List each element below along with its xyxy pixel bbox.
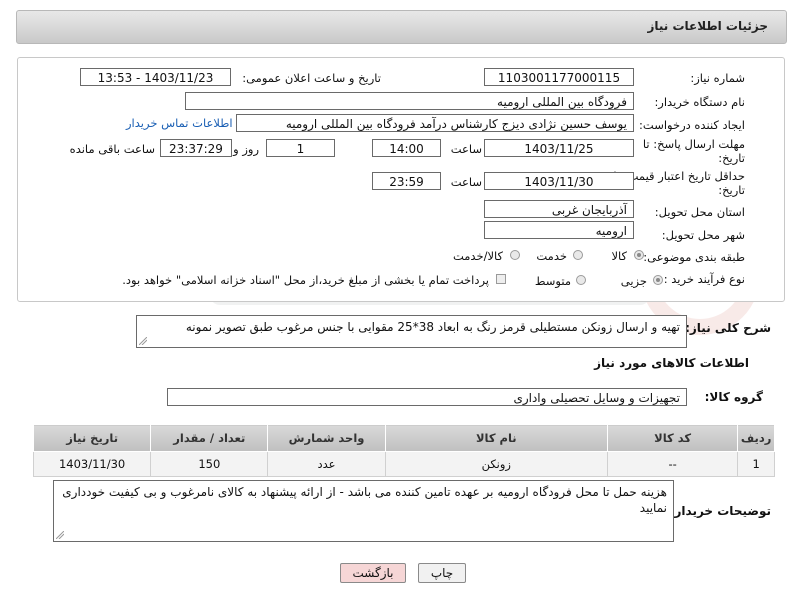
reply-time-label: ساعت (450, 142, 482, 156)
goods-section-title: اطلاعات کالاهای مورد نیاز (594, 356, 749, 370)
category-option-service: خدمت (536, 249, 567, 263)
description-text: تهیه و ارسال زونکن مستطیلی قرمز رنگ به ا… (185, 320, 680, 334)
process-radio-minor[interactable] (653, 275, 663, 285)
buyer-notes-text: هزینه حمل تا محل فرودگاه ارومیه بر عهده … (62, 485, 667, 515)
treasury-payment-checkbox[interactable] (496, 274, 506, 284)
reply-deadline-label-date: تاریخ: (718, 151, 745, 165)
need-number-field: 1103001177000115 (484, 68, 634, 86)
buyer-org-label: نام دستگاه خریدار: (654, 95, 745, 109)
reply-time-field: 14:00 (372, 139, 441, 157)
back-button[interactable]: بازگشت (340, 563, 406, 583)
description-label: شرح کلی نیاز: (685, 321, 771, 335)
creator-field: یوسف حسین نژادی دیزج کارشناس درآمد فرودگ… (236, 114, 634, 132)
validity-time-label: ساعت (450, 175, 482, 189)
announce-datetime-field: 1403/11/23 - 13:53 (80, 68, 231, 86)
col-row-number: ردیف (737, 424, 775, 452)
cell-item-code: -- (606, 451, 739, 477)
creator-label: ایجاد کننده درخواست: (639, 118, 745, 132)
category-radio-service[interactable] (573, 250, 583, 260)
cell-item-name: زونکن (384, 451, 608, 477)
category-option-goods-service: کالا/خدمت (452, 249, 503, 263)
province-label: استان محل تحویل: (654, 205, 745, 219)
cell-quantity: 150 (150, 451, 269, 477)
buyer-org-field: فرودگاه بین المللی ارومیه (185, 92, 634, 110)
remaining-days-field: 1 (266, 139, 335, 157)
col-item-name: نام کالا (384, 424, 608, 452)
page-title: جزئیات اطلاعات نیاز (647, 19, 768, 33)
category-radio-goods-service[interactable] (510, 250, 520, 260)
validity-time-field: 23:59 (372, 172, 441, 190)
page-header: جزئیات اطلاعات نیاز (16, 10, 787, 44)
reply-deadline-label: مهلت ارسال پاسخ: تا (642, 137, 745, 151)
col-quantity: تعداد / مقدار (150, 424, 269, 452)
buyer-contact-link[interactable]: اطلاعات تماس خریدار (126, 116, 233, 130)
goods-table-header: ردیف کد کالا نام کالا واحد شمارش تعداد /… (32, 424, 775, 452)
col-unit: واحد شمارش (267, 424, 386, 452)
days-label: روز و (233, 142, 259, 156)
process-radio-medium[interactable] (576, 275, 586, 285)
remaining-label: ساعت باقی مانده (69, 142, 155, 156)
print-button[interactable]: چاپ (418, 563, 466, 583)
goods-table: ردیف کد کالا نام کالا واحد شمارش تعداد /… (32, 424, 775, 477)
cell-need-date: 1403/11/30 (32, 451, 152, 477)
reply-date-field: 1403/11/25 (484, 139, 634, 157)
category-radio-goods[interactable] (634, 250, 644, 260)
city-label: شهر محل تحویل: (661, 228, 745, 242)
col-need-date: تاریخ نیاز (32, 424, 152, 452)
process-type-label: نوع فرآیند خرید : (663, 272, 745, 286)
price-validity-label-date: تاریخ: (718, 183, 745, 197)
table-row: 1 -- زونکن عدد 150 1403/11/30 (32, 451, 775, 477)
cell-unit: عدد (267, 451, 386, 477)
announce-datetime-label: تاریخ و ساعت اعلان عمومی: (242, 71, 381, 85)
goods-group-label: گروه کالا: (704, 390, 763, 404)
province-field: آذربایجان غربی (484, 200, 634, 218)
category-label: طبقه بندی موضوعی: (643, 250, 745, 264)
category-option-goods: کالا (611, 249, 627, 263)
resize-grip-icon (56, 531, 64, 539)
process-option-minor: جزیی (620, 274, 647, 288)
buyer-notes-label: توضیحات خریدار: (669, 504, 771, 518)
city-field: ارومیه (484, 221, 634, 239)
buyer-notes-textarea: هزینه حمل تا محل فرودگاه ارومیه بر عهده … (53, 480, 674, 542)
remaining-time-field: 23:37:29 (160, 139, 232, 157)
col-item-code: کد کالا (606, 424, 739, 452)
description-textarea: تهیه و ارسال زونکن مستطیلی قرمز رنگ به ا… (136, 315, 687, 348)
need-number-label: شماره نیاز: (690, 71, 745, 85)
process-option-medium: متوسط (534, 274, 571, 288)
resize-grip-icon (139, 337, 147, 345)
validity-date-field: 1403/11/30 (484, 172, 634, 190)
treasury-payment-note: پرداخت تمام یا بخشی از مبلغ خرید،از محل … (122, 273, 489, 287)
cell-row-number: 1 (737, 451, 775, 477)
goods-group-field: تجهیزات و وسایل تحصیلی واداری (167, 388, 687, 406)
